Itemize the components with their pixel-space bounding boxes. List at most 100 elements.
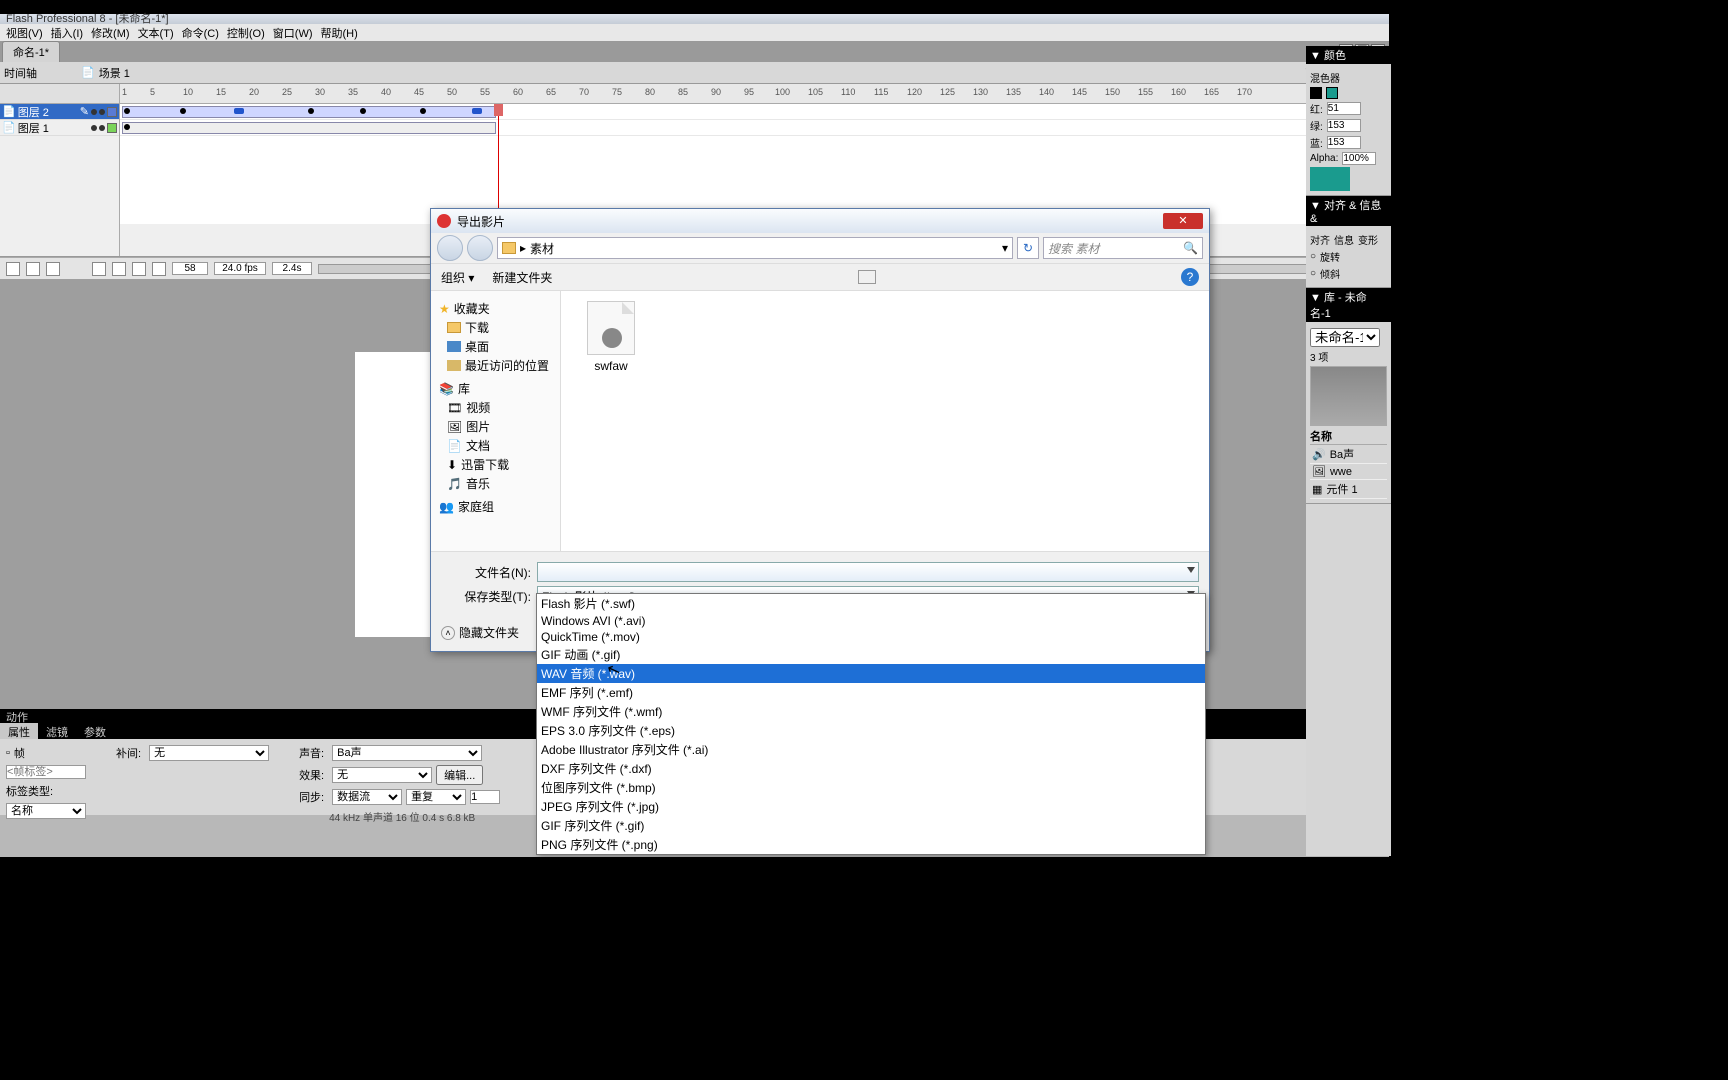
- homegroup[interactable]: 家庭组: [458, 498, 494, 515]
- onion-skin-icon[interactable]: [112, 262, 126, 276]
- layer-row-2[interactable]: 📄图层 2 ✎: [0, 104, 119, 120]
- menu-window[interactable]: 窗口(W): [273, 25, 313, 40]
- help-button[interactable]: ?: [1181, 268, 1199, 286]
- stroke-color-icon[interactable]: [1310, 87, 1322, 99]
- library-doc-select[interactable]: 未命名-1: [1310, 328, 1380, 347]
- info-tab[interactable]: 信息: [1334, 232, 1354, 247]
- filetype-option[interactable]: PNG 序列文件 (*.png): [537, 835, 1205, 854]
- filetype-option[interactable]: 位图序列文件 (*.bmp): [537, 778, 1205, 797]
- repeat-select[interactable]: 重复: [406, 789, 466, 805]
- filetype-option[interactable]: GIF 动画 (*.gif): [537, 645, 1205, 664]
- file-list[interactable]: swfaw: [561, 291, 1209, 551]
- elapsed-field[interactable]: [272, 262, 312, 275]
- filetype-option[interactable]: QuickTime (*.mov): [537, 629, 1205, 645]
- repeat-count-input[interactable]: [470, 790, 500, 804]
- filetype-option[interactable]: GIF 序列文件 (*.gif): [537, 816, 1205, 835]
- new-folder-icon[interactable]: [26, 262, 40, 276]
- filetype-option[interactable]: JPEG 序列文件 (*.jpg): [537, 797, 1205, 816]
- sync-select[interactable]: 数据流: [332, 789, 402, 805]
- scene-name[interactable]: 场景 1: [99, 65, 130, 81]
- menu-bar[interactable]: 视图(V) 插入(I) 修改(M) 文本(T) 命令(C) 控制(O) 窗口(W…: [0, 24, 1389, 42]
- libraries-group[interactable]: 库: [458, 380, 470, 397]
- tree-videos[interactable]: 🎞视频: [437, 398, 554, 417]
- dialog-titlebar[interactable]: 导出影片 ✕: [431, 209, 1209, 233]
- tree-desktop[interactable]: 桌面: [437, 337, 554, 356]
- filetype-option[interactable]: WMF 序列文件 (*.wmf): [537, 702, 1205, 721]
- menu-control[interactable]: 控制(O): [227, 25, 265, 40]
- library-panel-title[interactable]: ▼ 库 - 未命名-1: [1306, 288, 1391, 322]
- frame-row[interactable]: [120, 104, 1389, 120]
- nav-back-button[interactable]: [437, 235, 463, 261]
- tree-thunder[interactable]: ⬇迅雷下载: [437, 455, 554, 474]
- tree-pictures[interactable]: 🖼图片: [437, 417, 554, 436]
- tree-recent[interactable]: 最近访问的位置: [437, 356, 554, 375]
- file-item[interactable]: swfaw: [571, 301, 651, 373]
- chevron-up-icon[interactable]: ˄: [441, 626, 455, 640]
- new-layer-icon[interactable]: [6, 262, 20, 276]
- red-input[interactable]: [1327, 102, 1361, 115]
- filetype-option[interactable]: DXF 序列文件 (*.dxf): [537, 759, 1205, 778]
- layer-row-1[interactable]: 📄图层 1: [0, 120, 119, 136]
- color-panel-title[interactable]: ▼ 颜色: [1306, 46, 1391, 64]
- menu-modify[interactable]: 修改(M): [91, 25, 130, 40]
- filetype-option[interactable]: Windows AVI (*.avi): [537, 613, 1205, 629]
- delete-layer-icon[interactable]: [46, 262, 60, 276]
- tree-music[interactable]: 🎵音乐: [437, 474, 554, 493]
- effect-select[interactable]: 无: [332, 767, 432, 783]
- align-panel-title[interactable]: ▼ 对齐 & 信息 &: [1306, 196, 1391, 226]
- frame-ruler[interactable]: 1 5 10 15 20 25 30 35 40 45 50 55 60 65 …: [120, 84, 1389, 104]
- organize-button[interactable]: 组织 ▾: [441, 269, 474, 286]
- menu-text[interactable]: 文本(T): [138, 25, 174, 40]
- onion-outline-icon[interactable]: [132, 262, 146, 276]
- tab-properties[interactable]: 属性: [0, 723, 38, 739]
- dialog-close-button[interactable]: ✕: [1163, 213, 1203, 229]
- frame-row[interactable]: [120, 120, 1389, 136]
- tween-select[interactable]: 无: [149, 745, 269, 761]
- tab-filters[interactable]: 滤镜: [38, 723, 76, 739]
- frame-label-input[interactable]: [6, 765, 86, 779]
- center-frame-icon[interactable]: [92, 262, 106, 276]
- filetype-option[interactable]: Flash 影片 (*.swf): [537, 594, 1205, 613]
- address-bar[interactable]: ▸ 素材 ▾: [497, 237, 1013, 259]
- view-mode-button[interactable]: [858, 270, 876, 284]
- fill-color-icon[interactable]: [1326, 87, 1338, 99]
- sound-select[interactable]: Ba声: [332, 745, 482, 761]
- filetype-dropdown[interactable]: Flash 影片 (*.swf) Windows AVI (*.avi) Qui…: [536, 593, 1206, 855]
- hide-folders-link[interactable]: 隐藏文件夹: [459, 624, 519, 641]
- menu-view[interactable]: 视图(V): [6, 25, 43, 40]
- fps-field[interactable]: [214, 262, 266, 275]
- search-input[interactable]: 搜索 素材🔍: [1043, 237, 1203, 259]
- lib-item[interactable]: 🔊Ba声: [1310, 445, 1387, 464]
- edit-multiple-icon[interactable]: [152, 262, 166, 276]
- tree-downloads[interactable]: 下载: [437, 318, 554, 337]
- tab-parameters[interactable]: 参数: [76, 723, 114, 739]
- document-tab[interactable]: 命名-1*: [2, 41, 60, 62]
- refresh-button[interactable]: ↻: [1017, 237, 1039, 259]
- filetype-option[interactable]: EPS 3.0 序列文件 (*.eps): [537, 721, 1205, 740]
- effect-edit-button[interactable]: 编辑...: [436, 765, 483, 785]
- nav-tree[interactable]: ★收藏夹 下载 桌面 最近访问的位置 📚库 🎞视频 🖼图片 📄文档 ⬇迅雷下载 …: [431, 291, 561, 551]
- menu-help[interactable]: 帮助(H): [321, 25, 358, 40]
- new-folder-button[interactable]: 新建文件夹: [492, 269, 552, 286]
- alpha-input[interactable]: [1342, 152, 1376, 165]
- align-tab[interactable]: 对齐: [1310, 232, 1330, 247]
- breadcrumb[interactable]: 素材: [530, 240, 554, 257]
- transform-tab[interactable]: 变形: [1358, 232, 1378, 247]
- mixer-tab[interactable]: 混色器: [1310, 70, 1340, 85]
- nav-forward-button[interactable]: [467, 235, 493, 261]
- frame-area[interactable]: [120, 104, 1389, 224]
- blue-input[interactable]: [1327, 136, 1361, 149]
- green-input[interactable]: [1327, 119, 1361, 132]
- current-frame-field[interactable]: [172, 262, 208, 275]
- tree-documents[interactable]: 📄文档: [437, 436, 554, 455]
- skew-radio[interactable]: 倾斜: [1320, 266, 1340, 281]
- filetype-option-highlighted[interactable]: WAV 音频 (*.wav): [537, 664, 1205, 683]
- menu-insert[interactable]: 插入(I): [51, 25, 83, 40]
- lib-item[interactable]: 🖼wwe: [1310, 464, 1387, 480]
- filetype-option[interactable]: Adobe Illustrator 序列文件 (*.ai): [537, 740, 1205, 759]
- filetype-option[interactable]: EMF 序列 (*.emf): [537, 683, 1205, 702]
- menu-commands[interactable]: 命令(C): [182, 25, 219, 40]
- filename-input[interactable]: [537, 562, 1199, 582]
- favorites-group[interactable]: 收藏夹: [454, 300, 490, 317]
- rotate-radio[interactable]: 旋转: [1320, 249, 1340, 264]
